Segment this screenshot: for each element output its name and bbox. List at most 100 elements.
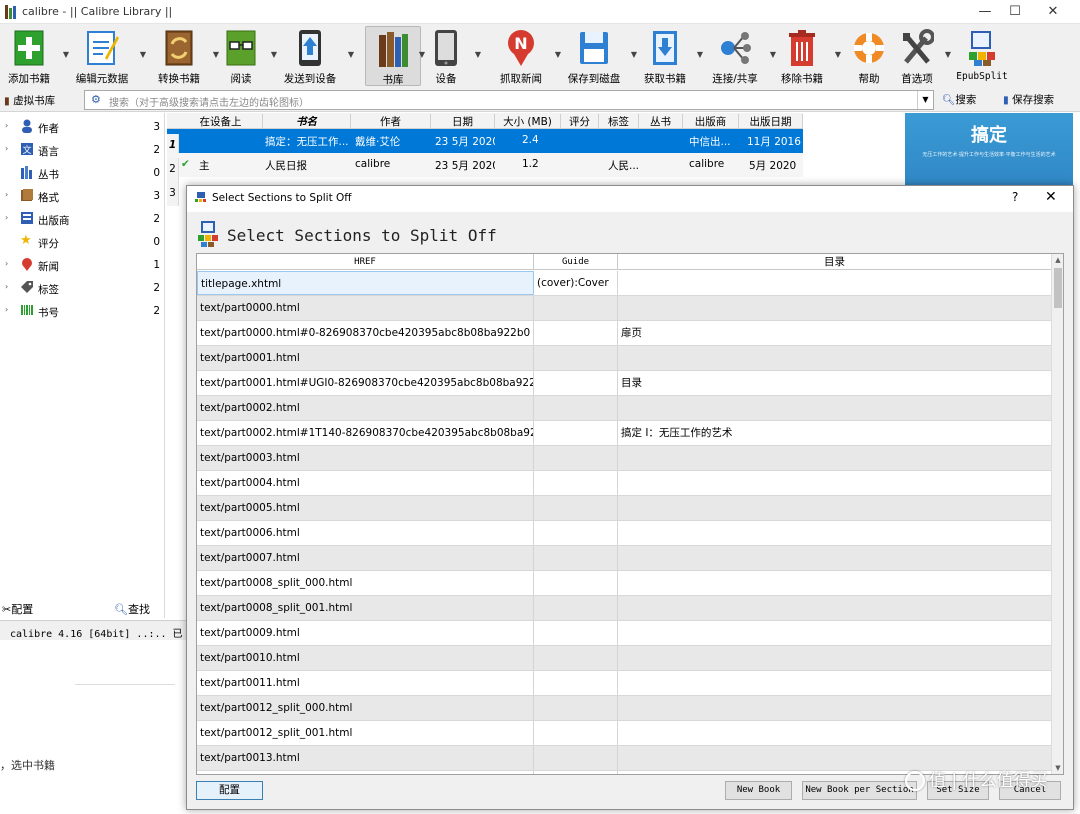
find-button[interactable]: 🔍︎查找 — [114, 601, 150, 617]
get-books-button[interactable]: 获取书籍 — [638, 26, 692, 86]
column-header[interactable]: 标签 — [599, 114, 639, 128]
search-input[interactable]: ⚙ 搜索（对于高级搜索请点击左边的齿轮图标） ▼ — [84, 90, 934, 110]
configure-button[interactable]: ✂配置 — [2, 601, 33, 617]
table-row[interactable]: text/part0000.html#0-826908370cbe420395a… — [197, 321, 1052, 346]
column-header[interactable]: 评分 — [561, 114, 599, 128]
scroll-down-icon[interactable]: ▼ — [1052, 762, 1063, 774]
book-row[interactable]: 1 搞定：无压工作... 戴维·艾伦 23 5月 2020 2.4 中信出...… — [167, 129, 803, 158]
chevron-down-icon[interactable]: ▼ — [62, 50, 70, 59]
convert-books-button[interactable]: 转换书籍 — [150, 26, 208, 86]
scroll-up-icon[interactable]: ▲ — [1052, 254, 1063, 266]
table-row[interactable]: text/part0006.html — [197, 521, 1052, 546]
virtual-library-button[interactable]: ▮ 虚拟书库 — [4, 93, 55, 108]
tag-browser-item-identifiers[interactable]: › 书号 2 — [0, 300, 165, 322]
section-guide — [534, 396, 618, 420]
save-to-disk-button[interactable]: 保存到磁盘 — [564, 26, 624, 86]
table-row[interactable]: text/part0002.html — [197, 396, 1052, 421]
search-button[interactable]: 🔍︎搜索 — [942, 92, 976, 107]
book-row[interactable]: 2 ✔ 主 人民日报 calibre 23 5月 2020 1.2 人民... … — [167, 153, 803, 182]
table-row[interactable]: text/part0012_split_001.html — [197, 721, 1052, 746]
new-book-per-section-button[interactable]: New Book per Section — [802, 781, 917, 800]
chevron-down-icon[interactable]: ▼ — [554, 50, 562, 59]
connect-share-button[interactable]: 连接/共享 — [706, 26, 764, 86]
column-header[interactable]: 在设备上 — [179, 114, 263, 128]
save-search-button[interactable]: ▮ 保存搜索 — [1003, 92, 1054, 107]
table-row[interactable]: text/part0003.html — [197, 446, 1052, 471]
gear-icon[interactable]: ⚙ — [91, 93, 101, 106]
table-row[interactable]: titlepage.xhtml (cover):Cover — [197, 271, 1052, 296]
table-row[interactable]: text/part0002.html#1T140-826908370cbe420… — [197, 421, 1052, 446]
on-device: 主 — [199, 160, 210, 172]
close-icon[interactable]: ✕ — [1045, 189, 1057, 205]
remove-books-button[interactable]: 移除书籍 — [776, 26, 828, 86]
column-header[interactable]: 出版日期 — [739, 114, 803, 128]
tag-browser-item-authors[interactable]: › 作者 3 — [0, 116, 165, 138]
chevron-right-icon[interactable]: › — [5, 213, 8, 222]
table-row[interactable]: text/part0012_split_000.html — [197, 696, 1052, 721]
column-header-guide[interactable]: Guide — [534, 254, 618, 270]
divider — [75, 684, 175, 685]
column-header-href[interactable]: HREF — [197, 254, 534, 270]
table-row[interactable]: text/part0001.html#UGI0-826908370cbe4203… — [197, 371, 1052, 396]
edit-metadata-button[interactable]: 编辑元数据 — [70, 26, 134, 86]
vertical-scrollbar[interactable]: ▲ ▼ — [1051, 254, 1063, 774]
table-row[interactable]: text/part0005.html — [197, 496, 1052, 521]
chevron-right-icon[interactable]: › — [5, 121, 8, 130]
read-button[interactable]: 阅读 — [218, 26, 264, 86]
chevron-down-icon[interactable]: ▼ — [917, 91, 933, 109]
column-header[interactable]: 丛书 — [639, 114, 683, 128]
help-icon[interactable]: ? — [1012, 190, 1018, 204]
tag-browser-item-tags[interactable]: › 标签 2 — [0, 277, 165, 299]
table-row[interactable]: text/part0007.html — [197, 546, 1052, 571]
scrollbar-thumb[interactable] — [1054, 268, 1062, 308]
device-button[interactable]: 设备 — [424, 26, 468, 86]
fetch-news-button[interactable]: N 抓取新闻 — [492, 26, 550, 86]
add-books-button[interactable]: 添加书籍 — [0, 26, 58, 86]
table-row[interactable]: text/part0001.html — [197, 346, 1052, 371]
table-row[interactable]: text/part0009.html — [197, 621, 1052, 646]
chevron-down-icon[interactable]: ▼ — [474, 50, 482, 59]
table-row[interactable]: text/part0008_split_000.html — [197, 571, 1052, 596]
epubsplit-button[interactable]: EpubSplit — [952, 26, 1012, 86]
chevron-down-icon[interactable]: ▼ — [270, 50, 278, 59]
maximize-button[interactable]: ☐ — [1000, 2, 1030, 22]
chevron-right-icon[interactable]: › — [5, 144, 8, 153]
close-button[interactable]: ✕ — [1038, 2, 1068, 22]
tag-browser-item-formats[interactable]: › 格式 3 — [0, 185, 165, 207]
preferences-button[interactable]: 首选项 — [894, 26, 940, 86]
tag-browser-item-rating[interactable]: ★ 评分 0 — [0, 231, 165, 253]
tag-browser-item-news[interactable]: › 新闻 1 — [0, 254, 165, 276]
table-row[interactable]: text/part0004.html — [197, 471, 1052, 496]
table-row[interactable]: text/part0010.html — [197, 646, 1052, 671]
tag-browser-item-publishers[interactable]: › 出版商 2 — [0, 208, 165, 230]
chevron-down-icon[interactable]: ▼ — [347, 50, 355, 59]
help-button[interactable]: 帮助 — [846, 26, 892, 86]
chevron-down-icon[interactable]: ▼ — [139, 50, 147, 59]
chevron-right-icon[interactable]: › — [5, 190, 8, 199]
column-header[interactable]: 大小 (MB) — [495, 114, 561, 128]
chevron-down-icon[interactable]: ▼ — [834, 50, 842, 59]
table-row[interactable]: text/part0008_split_001.html — [197, 596, 1052, 621]
table-row[interactable]: text/part0000.html — [197, 296, 1052, 321]
chevron-down-icon[interactable]: ▼ — [944, 50, 952, 59]
column-header[interactable]: 出版商 — [683, 114, 739, 128]
send-to-device-button[interactable]: 发送到设备 — [278, 26, 342, 86]
library-button[interactable]: 书库 — [365, 26, 421, 86]
chevron-right-icon[interactable]: › — [5, 305, 8, 314]
tag-browser-item-languages[interactable]: › 文 语言 2 — [0, 139, 165, 161]
column-header-toc[interactable]: 目录 — [618, 254, 1052, 270]
tag-count: 2 — [153, 144, 160, 156]
column-header[interactable]: 作者 — [351, 114, 431, 128]
new-book-button[interactable]: New Book — [725, 781, 792, 800]
chevron-down-icon[interactable]: ▼ — [630, 50, 638, 59]
chevron-down-icon[interactable]: ▼ — [696, 50, 704, 59]
table-row[interactable]: text/part0011.html — [197, 671, 1052, 696]
section-href: text/part0000.html — [197, 296, 534, 320]
minimize-button[interactable]: — — [970, 2, 1000, 22]
tag-browser-item-series[interactable]: 丛书 0 — [0, 162, 165, 184]
chevron-right-icon[interactable]: › — [5, 282, 8, 291]
column-header[interactable]: 书名 — [263, 114, 351, 128]
chevron-right-icon[interactable]: › — [5, 259, 8, 268]
configure-button[interactable]: 配置 — [196, 781, 263, 800]
column-header[interactable]: 日期 — [431, 114, 495, 128]
